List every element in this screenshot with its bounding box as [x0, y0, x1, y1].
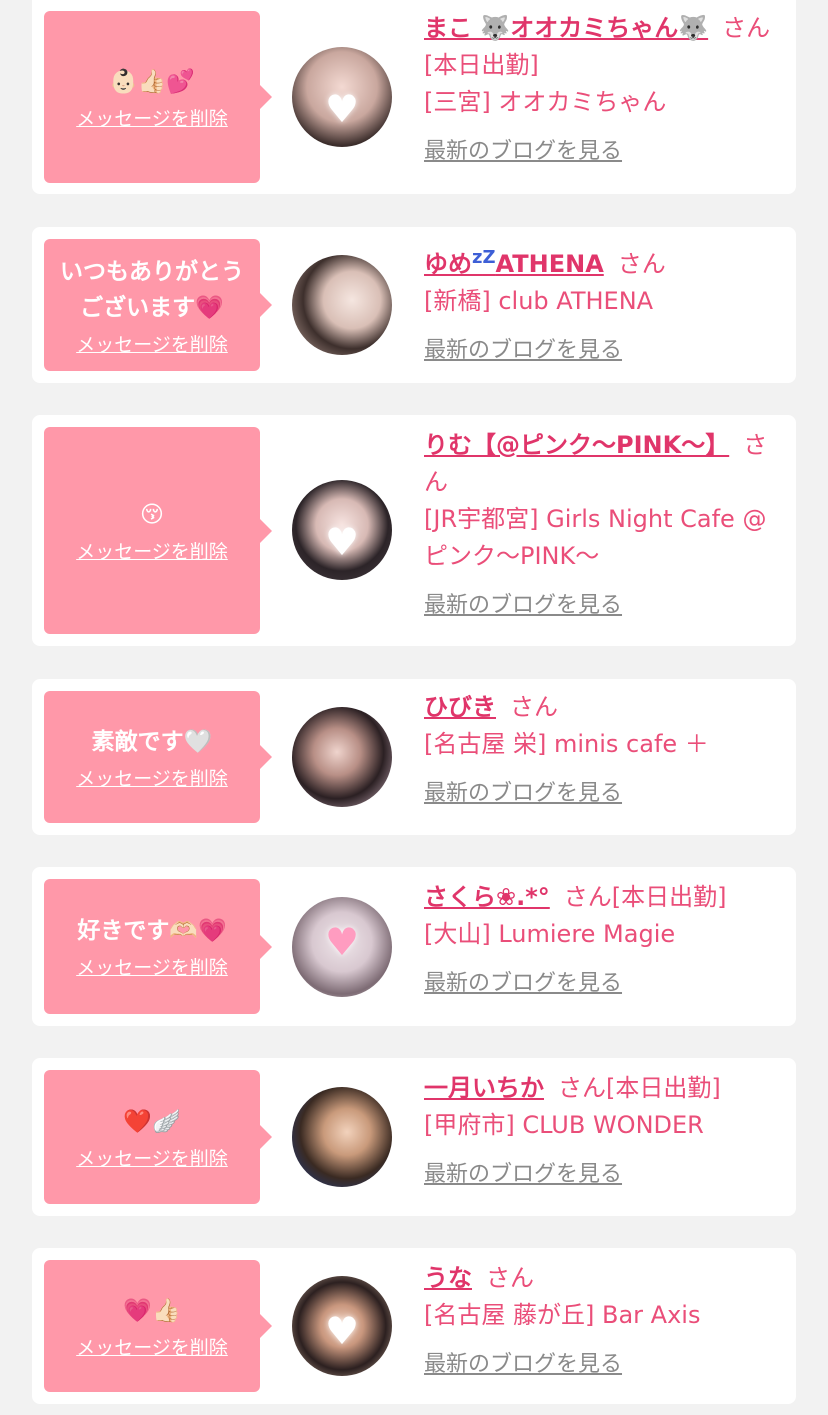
cast-name-link[interactable]: ゆめzZATHENA	[424, 247, 604, 278]
san-suffix: さん	[510, 693, 558, 721]
latest-blog-link[interactable]: 最新のブログを見る	[424, 1156, 622, 1193]
delete-message-link[interactable]: メッセージを削除	[76, 1144, 228, 1171]
san-suffix: さん	[486, 1264, 534, 1292]
cast-name-part: ATHENA	[495, 250, 604, 278]
avatar[interactable]	[292, 1087, 392, 1187]
latest-blog-link[interactable]: 最新のブログを見る	[424, 133, 622, 170]
avatar[interactable]: ♥	[292, 480, 392, 580]
cast-info: ひびき さん [名古屋 栄] minis cafe ＋ 最新のブログを見る	[424, 689, 780, 812]
message-bubble: いつもありがとうございます💗 メッセージを削除	[44, 239, 272, 371]
message-text: 😚	[140, 502, 164, 528]
cast-name-link[interactable]: りむ【@ピンク〜PINK〜】	[424, 431, 729, 459]
message-text: 💗👍🏻	[123, 1297, 181, 1324]
message-text: いつもありがとうございます💗	[60, 258, 244, 321]
delete-message-link[interactable]: メッセージを削除	[76, 330, 228, 357]
delete-message-link[interactable]: メッセージを削除	[76, 953, 228, 980]
cast-name-line: まこ 🐺オオカミちゃん🐺 さん [本日出勤]	[424, 10, 780, 84]
latest-blog-link[interactable]: 最新のブログを見る	[424, 587, 622, 624]
shop-name: [甲府市] CLUB WONDER	[424, 1111, 704, 1139]
message-text: ❤️🪽	[123, 1108, 181, 1135]
status-tag: [本日出勤]	[611, 883, 727, 911]
message-bubble: 素敵です🤍 メッセージを削除	[44, 691, 272, 823]
message-bubble: 好きです🫶🏻💗 メッセージを削除	[44, 879, 272, 1014]
heart-sticker-icon: ♥	[324, 87, 360, 131]
cast-info: さくら❀.*° さん[本日出勤] [大山] Lumiere Magie 最新のブロ…	[424, 879, 780, 1002]
san-suffix: さん	[558, 1074, 606, 1102]
delete-message-link[interactable]: メッセージを削除	[76, 104, 228, 131]
latest-blog-link[interactable]: 最新のブログを見る	[424, 1346, 622, 1383]
sleep-z-small: z	[472, 247, 483, 268]
san-suffix: さん	[563, 883, 612, 911]
cast-info: まこ 🐺オオカミちゃん🐺 さん [本日出勤] [三宮] オオカミちゃん 最新のブログ…	[424, 10, 780, 170]
message-bubble: 💗👍🏻 メッセージを削除	[44, 1260, 272, 1392]
message-card: 😚 メッセージを削除 ♥ りむ【@ピンク〜PINK〜】 さん [JR宇都宮] Gi…	[32, 415, 796, 646]
message-card: 👶🏻👍🏻💕 メッセージを削除 ♥ まこ 🐺オオカミちゃん🐺 さん [本日出勤] [三…	[32, 0, 796, 194]
message-card: ❤️🪽 メッセージを削除 一月いちか さん[本日出勤] [甲府市] CLUB WO…	[32, 1058, 796, 1216]
cast-name-line: うな さん	[424, 1260, 780, 1297]
latest-blog-link[interactable]: 最新のブログを見る	[424, 332, 622, 369]
cast-name-line: りむ【@ピンク〜PINK〜】 さん	[424, 427, 780, 501]
latest-blog-link[interactable]: 最新のブログを見る	[424, 775, 622, 812]
avatar[interactable]: ♥	[292, 1276, 392, 1376]
message-text: 👶🏻👍🏻💕	[109, 68, 195, 95]
cast-name-link[interactable]: うな	[424, 1264, 472, 1292]
message-card: 素敵です🤍 メッセージを削除 ひびき さん [名古屋 栄] minis cafe …	[32, 679, 796, 835]
message-card: いつもありがとうございます💗 メッセージを削除 ゆめzZATHENA さん [新橋…	[32, 227, 796, 383]
status-tag: [本日出勤]	[424, 51, 539, 79]
cast-info: 一月いちか さん[本日出勤] [甲府市] CLUB WONDER 最新のブログを見…	[424, 1070, 780, 1193]
cast-name-line: ひびき さん	[424, 689, 780, 726]
message-text: 好きです🫶🏻💗	[77, 918, 227, 944]
message-bubble: 😚 メッセージを削除	[44, 427, 272, 634]
cast-name-line: さくら❀.*° さん[本日出勤]	[424, 879, 780, 916]
sleep-z-large: Z	[482, 247, 496, 268]
shop-name: [名古屋 栄] minis cafe ＋	[424, 730, 709, 758]
cast-name-link[interactable]: まこ 🐺オオカミちゃん🐺	[424, 14, 708, 42]
avatar[interactable]: ♥	[292, 897, 392, 997]
heart-sticker-icon: ♥	[324, 1309, 360, 1353]
latest-blog-link[interactable]: 最新のブログを見る	[424, 965, 622, 1002]
message-bubble: 👶🏻👍🏻💕 メッセージを削除	[44, 11, 272, 183]
cast-info: うな さん [名古屋 藤が丘] Bar Axis 最新のブログを見る	[424, 1260, 780, 1383]
shop-name: [三宮] オオカミちゃん	[424, 88, 667, 116]
message-text: 素敵です🤍	[91, 728, 213, 755]
cast-name-part: ゆめ	[424, 250, 472, 278]
avatar[interactable]	[292, 255, 392, 355]
shop-name: [新橋] club ATHENA	[424, 287, 654, 315]
cast-info: りむ【@ピンク〜PINK〜】 さん [JR宇都宮] Girls Night Caf…	[424, 427, 780, 624]
shop-name: [名古屋 藤が丘] Bar Axis	[424, 1301, 701, 1329]
heart-sticker-icon: ♥	[324, 520, 360, 564]
message-card: 好きです🫶🏻💗 メッセージを削除 ♥ さくら❀.*° さん[本日出勤] [大山] …	[32, 867, 796, 1026]
heart-sticker-icon: ♥	[324, 920, 360, 964]
delete-message-link[interactable]: メッセージを削除	[76, 1333, 228, 1360]
message-card: 💗👍🏻 メッセージを削除 ♥ うな さん [名古屋 藤が丘] Bar Axis 最…	[32, 1248, 796, 1404]
message-bubble: ❤️🪽 メッセージを削除	[44, 1070, 272, 1204]
status-tag: [本日出勤]	[606, 1074, 721, 1102]
cast-name-link[interactable]: さくら❀.*°	[424, 883, 550, 911]
cast-name-link[interactable]: 一月いちか	[424, 1074, 544, 1102]
cast-info: ゆめzZATHENA さん [新橋] club ATHENA 最新のブログを見る	[424, 239, 780, 369]
shop-name: [JR宇都宮] Girls Night Cafe @ピンク〜PINK〜	[424, 505, 767, 570]
san-suffix: さん	[722, 14, 771, 42]
avatar[interactable]: ♥	[292, 47, 392, 147]
avatar[interactable]	[292, 707, 392, 807]
cast-name-link[interactable]: ひびき	[424, 693, 496, 721]
delete-message-link[interactable]: メッセージを削除	[76, 537, 228, 564]
san-suffix: さん	[617, 250, 666, 278]
cast-name-line: ゆめzZATHENA さん	[424, 239, 780, 283]
shop-name: [大山] Lumiere Magie	[424, 920, 676, 948]
cast-name-line: 一月いちか さん[本日出勤]	[424, 1070, 780, 1107]
delete-message-link[interactable]: メッセージを削除	[76, 764, 228, 791]
